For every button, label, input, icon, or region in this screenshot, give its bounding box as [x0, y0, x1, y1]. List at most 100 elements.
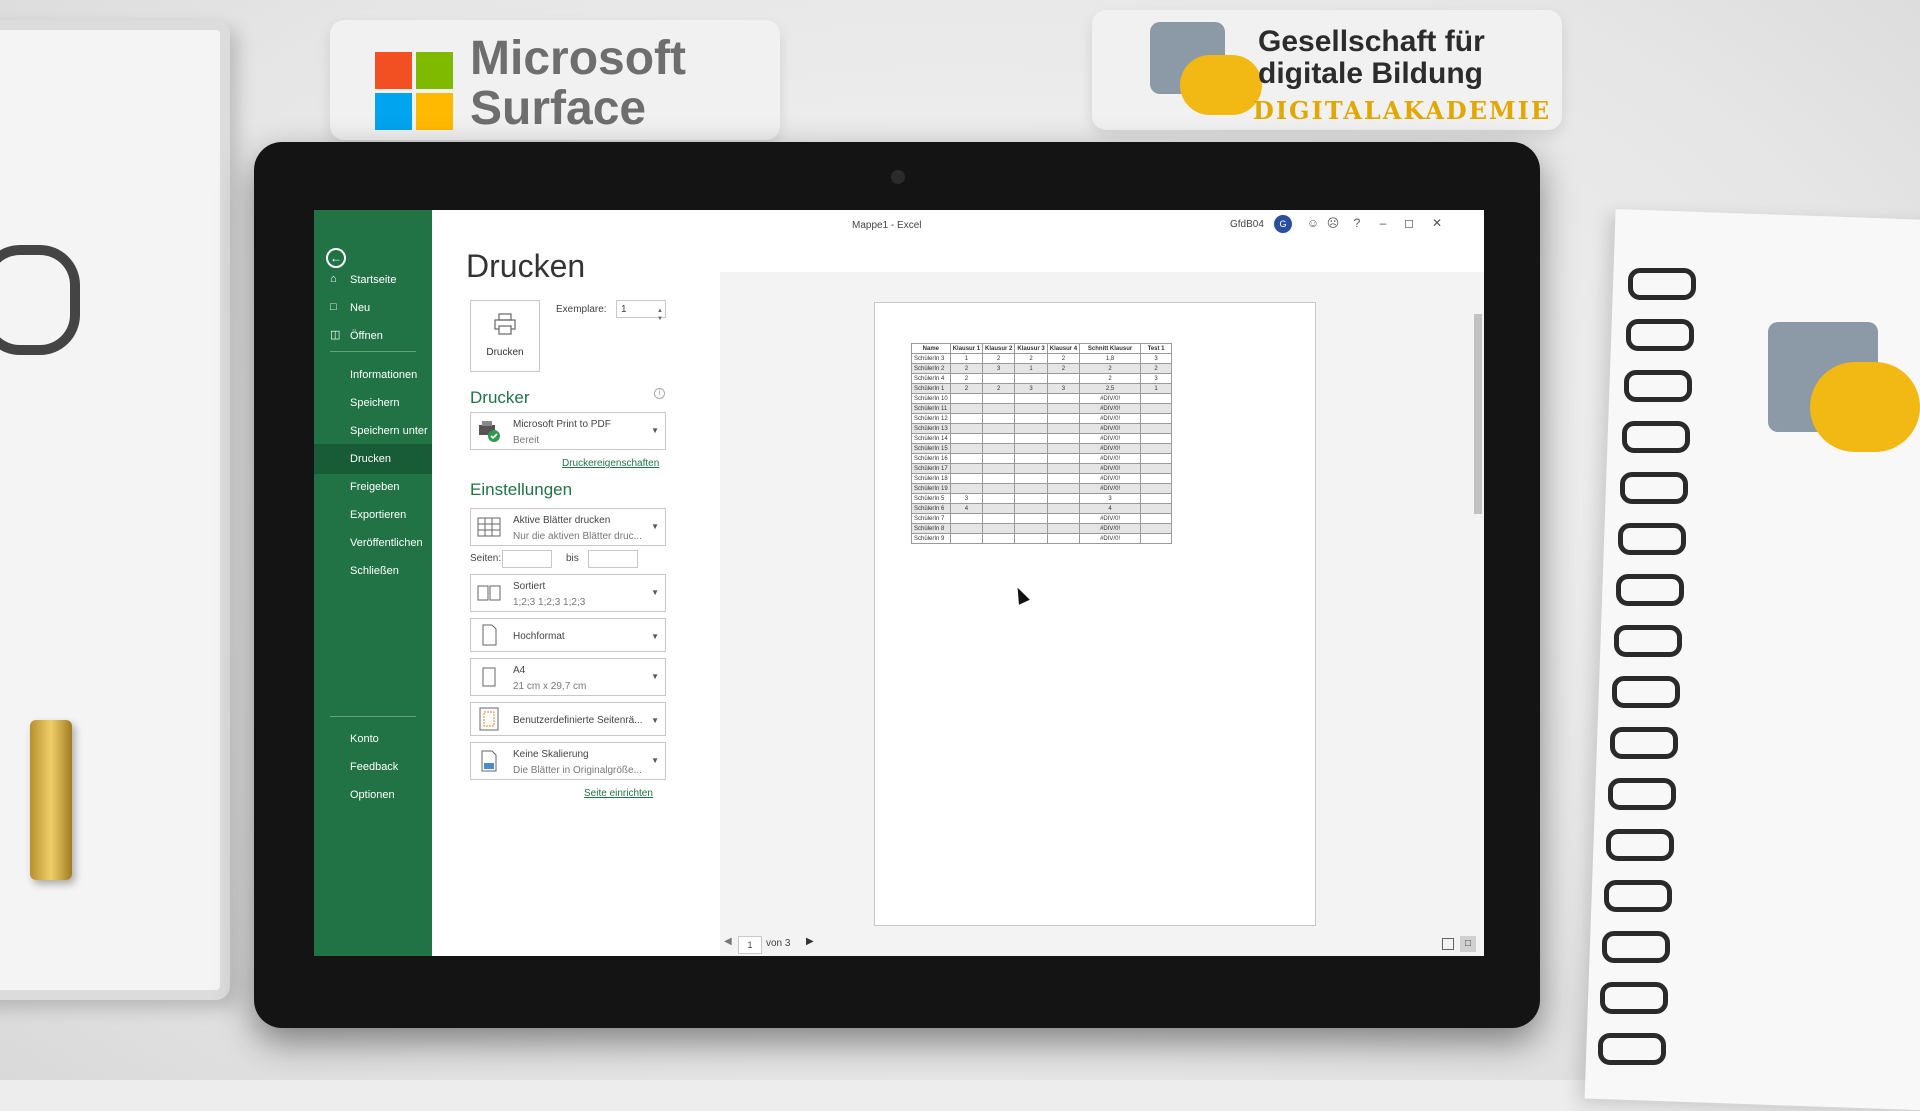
sidebar-item-drucken[interactable]: Drucken — [314, 444, 432, 474]
table-cell — [1140, 453, 1173, 464]
sidebar-item-speichern-unter[interactable]: Speichern unter — [314, 416, 432, 446]
page-setup-link[interactable]: Seite einrichten — [584, 788, 653, 799]
sidebar-item-veröffentlichen[interactable]: Veröffentlichen — [314, 528, 432, 558]
avatar[interactable]: G — [1274, 215, 1292, 233]
notebook-ring — [1598, 1033, 1666, 1065]
table-header-cell: Klausur 3 — [1014, 343, 1048, 354]
table-cell: SchülerIn 15 — [911, 443, 951, 454]
print-what-dropdown[interactable]: Aktive Blätter drucken Nur die aktiven B… — [470, 508, 666, 546]
minimize-icon[interactable]: – — [1376, 216, 1390, 230]
table-cell — [949, 533, 984, 544]
print-what-label: Aktive Blätter drucken — [513, 515, 611, 526]
preview-scrollbar[interactable] — [1472, 300, 1484, 925]
margins-icon — [479, 707, 499, 731]
table-cell — [1046, 493, 1081, 504]
tablet-screen: ← ⌂ Startseite □ Neu ◫ Öffnen Informationen Spe… — [314, 210, 1484, 956]
gfdb-line3: DIGITALAKADEMIE — [1253, 96, 1552, 125]
table-cell: 1,8 — [1079, 353, 1142, 364]
print-button-label: Drucken — [486, 347, 524, 358]
table-cell: 2 — [1079, 363, 1142, 374]
copies-stepper[interactable]: 1 ▲ ▼ — [616, 300, 666, 322]
table-cell: #DIV/0! — [1079, 523, 1142, 534]
scaling-icon — [481, 750, 497, 772]
sidebar-item-freigeben[interactable]: Freigeben — [314, 472, 432, 502]
table-cell: SchülerIn 11 — [911, 403, 951, 414]
table-cell: 1 — [1014, 363, 1048, 374]
sidebar-item-schließen[interactable]: Schließen — [314, 556, 432, 586]
user-name[interactable]: GfdB04 — [1230, 219, 1264, 230]
orientation-dropdown[interactable]: Hochformat ▼ — [470, 618, 666, 652]
table-header-cell: Name — [911, 343, 951, 354]
table-row: SchülerIn 7 #DIV/0! — [911, 513, 1173, 524]
sidebar-item-startseite[interactable]: ⌂ Startseite — [314, 265, 432, 295]
spin-down-icon[interactable]: ▼ — [657, 310, 663, 328]
sidebar-item-speichern[interactable]: Speichern — [314, 388, 432, 418]
scaling-label: Keine Skalierung — [513, 749, 589, 760]
chevron-down-icon: ▼ — [651, 672, 659, 681]
sidebar-item-label: Speichern — [350, 397, 400, 409]
table-cell — [1014, 453, 1048, 464]
home-icon: ⌂ — [330, 273, 337, 285]
frown-icon[interactable]: ☹ — [1326, 216, 1340, 230]
table-cell — [1140, 513, 1173, 524]
table-cell: 3 — [1046, 383, 1081, 394]
table-row: SchülerIn 10 #DIV/0! — [911, 393, 1173, 404]
table-cell: #DIV/0! — [1079, 423, 1142, 434]
notebook-ring — [1628, 268, 1696, 300]
table-cell — [1046, 473, 1081, 484]
previous-page-icon[interactable]: ◀ — [724, 936, 732, 947]
backstage-sidebar: ← ⌂ Startseite □ Neu ◫ Öffnen Informationen Spe… — [314, 210, 432, 956]
table-row: SchülerIn 17 #DIV/0! — [911, 463, 1173, 474]
pages-to-input[interactable] — [588, 550, 638, 568]
print-button[interactable]: Drucken — [470, 300, 540, 372]
chevron-down-icon: ▼ — [651, 632, 659, 641]
margins-dropdown[interactable]: Benutzerdefinierte Seitenrä... ▼ — [470, 702, 666, 736]
current-page-input[interactable]: 1 — [738, 936, 762, 954]
sidebar-item-öffnen[interactable]: ◫ Öffnen — [314, 321, 432, 351]
table-cell — [1014, 393, 1048, 404]
table-cell — [1140, 493, 1173, 504]
restore-icon[interactable]: ◻ — [1402, 216, 1416, 230]
notebook-ring — [1610, 727, 1678, 759]
sidebar-item-feedback[interactable]: Feedback — [314, 752, 432, 782]
close-icon[interactable]: ✕ — [1430, 216, 1444, 230]
table-cell — [949, 523, 984, 534]
info-icon[interactable]: i — [654, 388, 665, 399]
orientation-label: Hochformat — [513, 631, 565, 642]
scaling-dropdown[interactable]: Keine Skalierung Die Blätter in Original… — [470, 742, 666, 780]
table-cell: #DIV/0! — [1079, 393, 1142, 404]
collate-dropdown[interactable]: Sortiert 1;2;3 1;2;3 1;2;3 ▼ — [470, 574, 666, 612]
scrollbar-thumb[interactable] — [1474, 314, 1482, 514]
sidebar-item-optionen[interactable]: Optionen — [314, 780, 432, 810]
pages-from-input[interactable] — [502, 550, 552, 568]
table-row: SchülerIn 2231222 — [911, 363, 1173, 374]
table-row: SchülerIn 3 1 2 2 2 1,8 3 — [911, 353, 1173, 364]
table-cell — [1046, 443, 1081, 454]
zoom-to-page-icon[interactable]: □ — [1460, 936, 1476, 952]
notebook-ring — [1602, 931, 1670, 963]
collate-label: Sortiert — [513, 581, 546, 592]
table-cell — [1140, 483, 1173, 494]
sidebar-item-label: Neu — [350, 302, 371, 314]
printer-dropdown[interactable]: Microsoft Print to PDF Bereit ▼ — [470, 412, 666, 450]
ms-logo-green — [416, 52, 453, 89]
table-cell — [982, 433, 1016, 444]
table-cell: SchülerIn 14 — [911, 433, 951, 444]
smile-icon[interactable]: ☺ — [1306, 216, 1320, 230]
notebook-ring — [1618, 523, 1686, 555]
table-cell — [1140, 403, 1173, 414]
table-cell — [1140, 423, 1173, 434]
table-cell: #DIV/0! — [1079, 443, 1142, 454]
sidebar-item-konto[interactable]: Konto — [314, 724, 432, 754]
next-page-icon[interactable]: ▶ — [806, 936, 814, 947]
sidebar-item-informationen[interactable]: Informationen — [314, 360, 432, 390]
help-icon[interactable]: ? — [1350, 216, 1364, 230]
printer-properties-link[interactable]: Druckereigenschaften — [562, 458, 659, 469]
sidebar-item-neu[interactable]: □ Neu — [314, 293, 432, 323]
table-cell: 2 — [1014, 353, 1048, 364]
paper-size-dropdown[interactable]: A4 21 cm x 29,7 cm ▼ — [470, 658, 666, 696]
page-total: von 3 — [766, 938, 791, 949]
sidebar-item-exportieren[interactable]: Exportieren — [314, 500, 432, 530]
table-cell: SchülerIn 6 — [911, 503, 951, 514]
show-margins-icon[interactable] — [1442, 938, 1454, 950]
